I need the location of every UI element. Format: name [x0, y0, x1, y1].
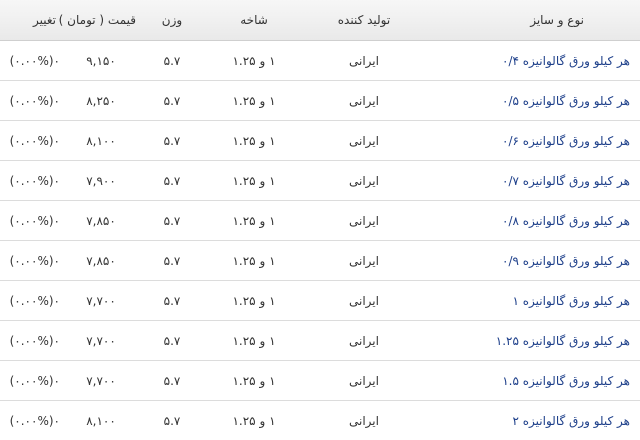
cell-producer: ایرانی [306, 41, 422, 81]
cell-type: هر کیلو ورق گالوانیزه ۰/۴ [422, 41, 640, 81]
product-link[interactable]: هر کیلو ورق گالوانیزه ۰/۵ [502, 94, 630, 108]
cell-producer: ایرانی [306, 161, 422, 201]
product-link[interactable]: هر کیلو ورق گالوانیزه ۰/۶ [502, 134, 630, 148]
cell-weight: ۵.۷ [142, 241, 202, 281]
cell-price: ۷,۸۵۰ [60, 201, 142, 241]
table-header: نوع و سایز تولید کننده شاخه وزن قیمت ( ت… [0, 0, 640, 41]
table-row: هر کیلو ورق گالوانیزه ۰/۵ ایرانی۱ و ۱.۲۵۵… [0, 81, 640, 121]
cell-price: ۸,۱۰۰ [60, 401, 142, 440]
cell-weight: ۵.۷ [142, 121, 202, 161]
header-type: نوع و سایز [422, 0, 640, 41]
cell-price: ۸,۱۰۰ [60, 121, 142, 161]
table-row: هر کیلو ورق گالوانیزه ۰/۴ ایرانی۱ و ۱.۲۵۵… [0, 41, 640, 81]
cell-type: هر کیلو ورق گالوانیزه ۰/۶ [422, 121, 640, 161]
table-body: هر کیلو ورق گالوانیزه ۰/۴ایرانی۱ و ۱.۲۵۵… [0, 41, 640, 440]
cell-producer: ایرانی [306, 321, 422, 361]
cell-weight: ۵.۷ [142, 361, 202, 401]
cell-price: ۹,۱۵۰ [60, 41, 142, 81]
cell-branch: ۱ و ۱.۲۵ [202, 321, 306, 361]
cell-producer: ایرانی [306, 361, 422, 401]
cell-branch: ۱ و ۱.۲۵ [202, 41, 306, 81]
cell-change: ۰(۰.۰۰%) [0, 201, 60, 241]
product-link[interactable]: هر کیلو ورق گالوانیزه ۱.۲۵ [496, 334, 630, 348]
table-row: هر کیلو ورق گالوانیزه ۰/۶ ایرانی۱ و ۱.۲۵۵… [0, 121, 640, 161]
cell-type: هر کیلو ورق گالوانیزه ۲ [422, 401, 640, 440]
cell-price: ۷,۷۰۰ [60, 321, 142, 361]
cell-branch: ۱ و ۱.۲۵ [202, 281, 306, 321]
table-row: هر کیلو ورق گالوانیزه ۰/۸ ایرانی۱ و ۱.۲۵۵… [0, 201, 640, 241]
cell-branch: ۱ و ۱.۲۵ [202, 401, 306, 440]
cell-price: ۸,۲۵۰ [60, 81, 142, 121]
cell-branch: ۱ و ۱.۲۵ [202, 201, 306, 241]
table-row: هر کیلو ورق گالوانیزه ۰/۹ ایرانی۱ و ۱.۲۵۵… [0, 241, 640, 281]
product-link[interactable]: هر کیلو ورق گالوانیزه ۲ [513, 414, 631, 428]
product-link[interactable]: هر کیلو ورق گالوانیزه ۰/۴ [502, 54, 630, 68]
table-row: هر کیلو ورق گالوانیزه ۲ ایرانی۱ و ۱.۲۵۵.۷… [0, 401, 640, 440]
table-row: هر کیلو ورق گالوانیزه ۱ ایرانی۱ و ۱.۲۵۵.۷… [0, 281, 640, 321]
cell-producer: ایرانی [306, 401, 422, 440]
cell-price: ۷,۸۵۰ [60, 241, 142, 281]
cell-weight: ۵.۷ [142, 401, 202, 440]
table-row: هر کیلو ورق گالوانیزه ۱.۲۵ ایرانی۱ و ۱.۲۵… [0, 321, 640, 361]
cell-branch: ۱ و ۱.۲۵ [202, 121, 306, 161]
header-change: تغییر [0, 0, 60, 41]
product-link[interactable]: هر کیلو ورق گالوانیزه ۰/۷ [502, 174, 630, 188]
header-weight: وزن [142, 0, 202, 41]
header-row: نوع و سایز تولید کننده شاخه وزن قیمت ( ت… [0, 0, 640, 41]
cell-change: ۰(۰.۰۰%) [0, 121, 60, 161]
price-table: نوع و سایز تولید کننده شاخه وزن قیمت ( ت… [0, 0, 640, 440]
header-producer: تولید کننده [306, 0, 422, 41]
cell-branch: ۱ و ۱.۲۵ [202, 241, 306, 281]
cell-branch: ۱ و ۱.۲۵ [202, 361, 306, 401]
product-link[interactable]: هر کیلو ورق گالوانیزه ۱.۵ [502, 374, 630, 388]
cell-producer: ایرانی [306, 121, 422, 161]
cell-change: ۰(۰.۰۰%) [0, 361, 60, 401]
cell-type: هر کیلو ورق گالوانیزه ۰/۸ [422, 201, 640, 241]
cell-type: هر کیلو ورق گالوانیزه ۰/۹ [422, 241, 640, 281]
table-row: هر کیلو ورق گالوانیزه ۱.۵ ایرانی۱ و ۱.۲۵۵… [0, 361, 640, 401]
cell-price: ۷,۹۰۰ [60, 161, 142, 201]
cell-producer: ایرانی [306, 281, 422, 321]
cell-change: ۰(۰.۰۰%) [0, 41, 60, 81]
product-link[interactable]: هر کیلو ورق گالوانیزه ۰/۸ [502, 214, 630, 228]
cell-weight: ۵.۷ [142, 321, 202, 361]
cell-branch: ۱ و ۱.۲۵ [202, 81, 306, 121]
cell-type: هر کیلو ورق گالوانیزه ۱.۲۵ [422, 321, 640, 361]
cell-change: ۰(۰.۰۰%) [0, 401, 60, 440]
cell-weight: ۵.۷ [142, 281, 202, 321]
table-row: هر کیلو ورق گالوانیزه ۰/۷ ایرانی۱ و ۱.۲۵۵… [0, 161, 640, 201]
cell-price: ۷,۷۰۰ [60, 361, 142, 401]
header-price: قیمت ( تومان ) [60, 0, 142, 41]
cell-weight: ۵.۷ [142, 161, 202, 201]
cell-change: ۰(۰.۰۰%) [0, 281, 60, 321]
cell-weight: ۵.۷ [142, 81, 202, 121]
product-link[interactable]: هر کیلو ورق گالوانیزه ۰/۹ [502, 254, 630, 268]
cell-producer: ایرانی [306, 241, 422, 281]
cell-type: هر کیلو ورق گالوانیزه ۱.۵ [422, 361, 640, 401]
cell-weight: ۵.۷ [142, 41, 202, 81]
cell-branch: ۱ و ۱.۲۵ [202, 161, 306, 201]
cell-weight: ۵.۷ [142, 201, 202, 241]
cell-producer: ایرانی [306, 81, 422, 121]
cell-price: ۷,۷۰۰ [60, 281, 142, 321]
cell-type: هر کیلو ورق گالوانیزه ۱ [422, 281, 640, 321]
cell-change: ۰(۰.۰۰%) [0, 321, 60, 361]
cell-type: هر کیلو ورق گالوانیزه ۰/۷ [422, 161, 640, 201]
cell-producer: ایرانی [306, 201, 422, 241]
cell-type: هر کیلو ورق گالوانیزه ۰/۵ [422, 81, 640, 121]
header-branch: شاخه [202, 0, 306, 41]
cell-change: ۰(۰.۰۰%) [0, 161, 60, 201]
cell-change: ۰(۰.۰۰%) [0, 81, 60, 121]
product-link[interactable]: هر کیلو ورق گالوانیزه ۱ [513, 294, 631, 308]
cell-change: ۰(۰.۰۰%) [0, 241, 60, 281]
